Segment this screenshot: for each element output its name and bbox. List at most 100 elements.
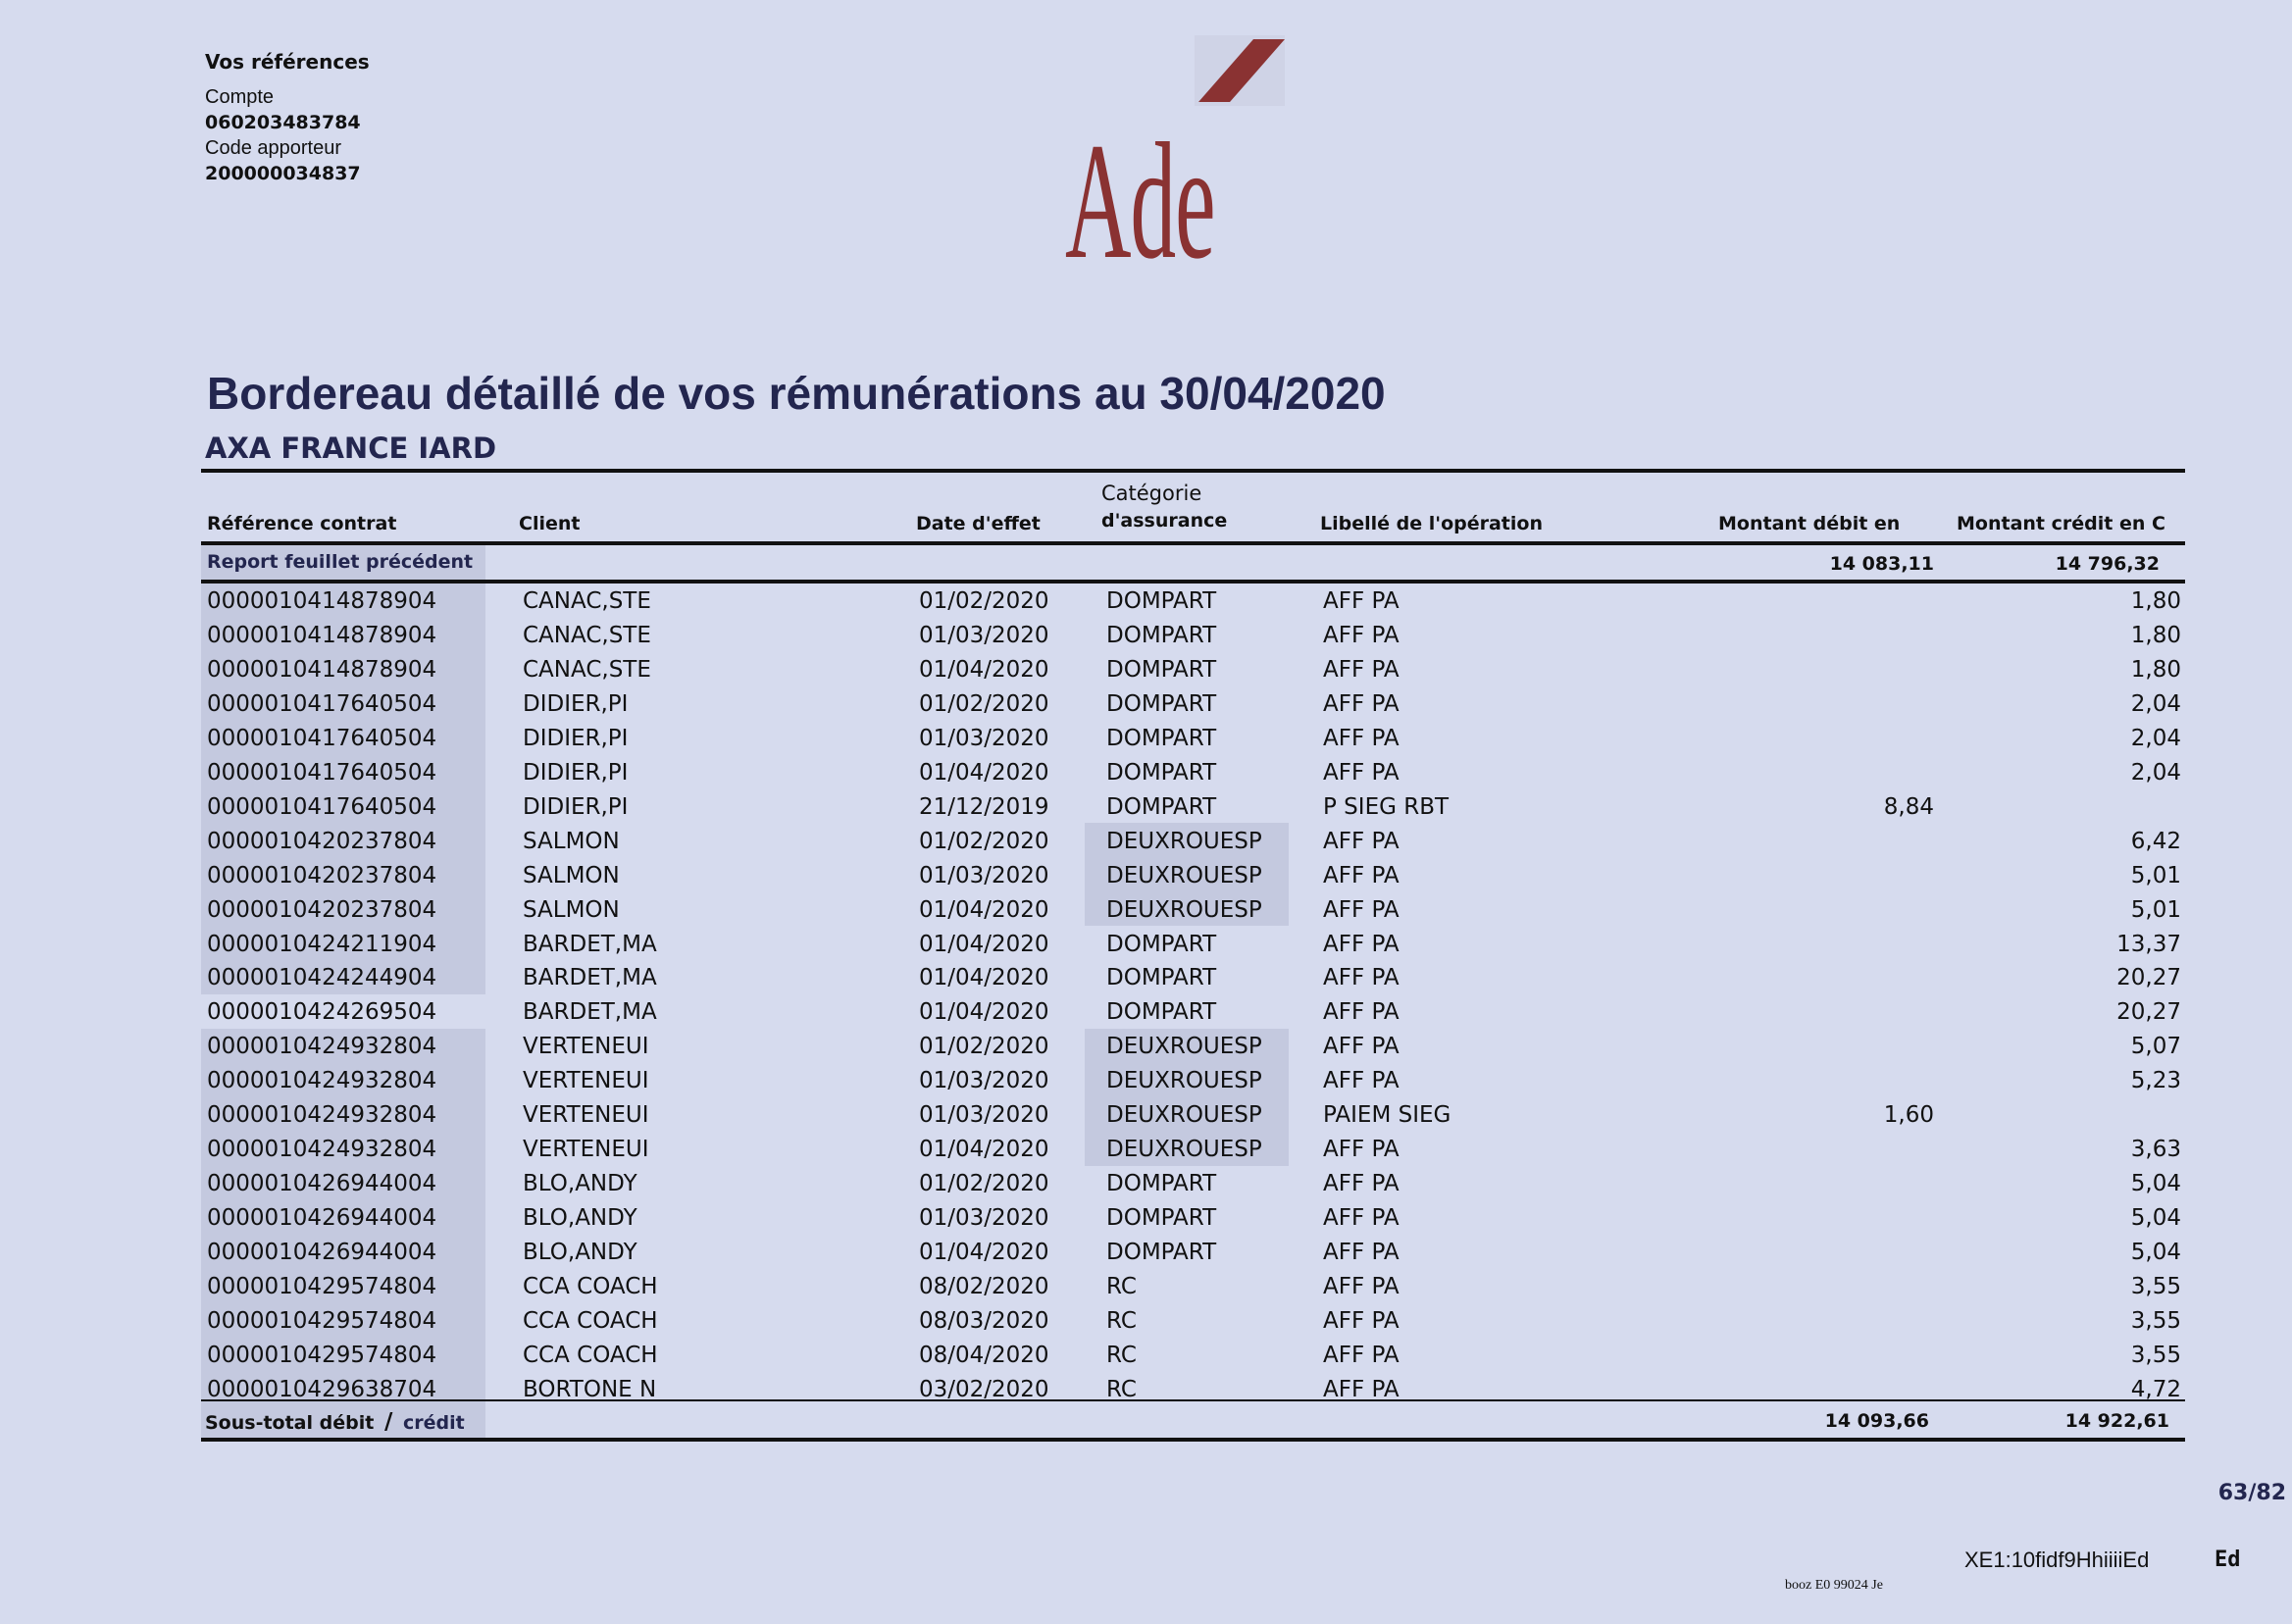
logo: Ade: [1065, 109, 1216, 293]
header-bottom-rule: [201, 541, 2185, 545]
cell-label: AFF PA: [1323, 896, 1400, 923]
cell-label: P SIEG RBT: [1323, 793, 1450, 820]
cell-category: DOMPART: [1106, 656, 1217, 683]
report-debit: 14 083,11: [1829, 553, 1934, 575]
cell-credit: 5,04: [2130, 1205, 2181, 1232]
cell-date: 01/04/2020: [919, 931, 1049, 957]
cell-ref: 0000010417640504: [207, 793, 437, 820]
account-value: 060203483784: [205, 112, 361, 133]
table-row: 0000010429574804 CCA COACH 08/03/2020 RC AFF…: [0, 1304, 2292, 1339]
table-row: 0000010414878904 CANAC,STE 01/02/2020 DOMPA…: [0, 584, 2292, 619]
cell-date: 01/03/2020: [919, 622, 1049, 648]
cell-ref: 0000010424932804: [207, 1102, 437, 1129]
table-row: 0000010424932804 VERTENEUI 01/04/2020 DEUXR…: [0, 1133, 2292, 1167]
provider-code-label: Code apporteur: [205, 137, 341, 159]
account-label: Compte: [205, 86, 275, 108]
cell-credit: 3,55: [2130, 1274, 2181, 1299]
cell-category: DEUXROUESP: [1106, 1137, 1262, 1163]
cell-date: 01/02/2020: [919, 588, 1049, 614]
table-row: 0000010420237804 SALMON 01/04/2020 DEUXROUE…: [0, 893, 2292, 928]
cell-credit: 1,80: [2130, 588, 2181, 614]
cell-date: 03/02/2020: [919, 1376, 1049, 1402]
subtotal-bottom-rule: [201, 1438, 2185, 1442]
table-row: 0000010429638704 BORTONE N 03/02/2020 RC AFF…: [0, 1373, 2292, 1407]
cell-label: AFF PA: [1323, 1240, 1400, 1266]
cell-debit: 8,84: [1883, 793, 1934, 820]
cell-label: AFF PA: [1323, 828, 1400, 854]
cell-label: AFF PA: [1323, 1274, 1400, 1299]
cell-date: 01/03/2020: [919, 1068, 1049, 1094]
cell-label: AFF PA: [1323, 1205, 1400, 1232]
cell-client: VERTENEUI: [523, 1137, 649, 1163]
table-row: 0000010424932804 VERTENEUI 01/03/2020 DEUXR…: [0, 1064, 2292, 1098]
cell-client: CANAC,STE: [523, 656, 651, 683]
table-row: 0000010424932804 VERTENEUI 01/03/2020 DEUXR…: [0, 1098, 2292, 1133]
cell-ref: 0000010426944004: [207, 1171, 437, 1197]
cell-credit: 5,04: [2130, 1240, 2181, 1266]
cell-label: AFF PA: [1323, 690, 1400, 717]
cell-date: 01/04/2020: [919, 1240, 1049, 1266]
cell-label: AFF PA: [1323, 656, 1400, 683]
col-header-label: Libellé de l'opération: [1320, 513, 1543, 534]
cell-category: DOMPART: [1106, 588, 1217, 614]
cell-category: DOMPART: [1106, 931, 1217, 957]
cell-client: VERTENEUI: [523, 1034, 649, 1060]
cell-credit: 1,80: [2130, 622, 2181, 648]
table-row: 0000010426944004 BLO,ANDY 01/03/2020 DOMPAR…: [0, 1201, 2292, 1236]
cell-ref: 0000010417640504: [207, 759, 437, 786]
cell-client: CANAC,STE: [523, 622, 651, 648]
cell-credit: 20,27: [2116, 965, 2181, 991]
table-row: 0000010429574804 CCA COACH 08/02/2020 RC AFF…: [0, 1270, 2292, 1304]
references-block: Vos références Compte 060203483784 Code …: [205, 49, 370, 186]
cell-label: AFF PA: [1323, 1342, 1400, 1368]
footer-small-text: booz E0 99024 Je: [1785, 1578, 1883, 1593]
cell-client: SALMON: [523, 896, 620, 923]
cell-ref: 0000010420237804: [207, 896, 437, 923]
cell-credit: 2,04: [2130, 725, 2181, 751]
cell-label: AFF PA: [1323, 1068, 1400, 1094]
table-row: 0000010414878904 CANAC,STE 01/04/2020 DOMPA…: [0, 653, 2292, 687]
col-header-category-line1: Catégorie: [1101, 482, 1202, 505]
subtotal-debit: 14 093,66: [1824, 1410, 1929, 1432]
table-row: 0000010424211904 BARDET,MA 01/04/2020 DOMPA…: [0, 928, 2292, 962]
cell-category: DOMPART: [1106, 690, 1217, 717]
cell-label: PAIEM SIEG: [1323, 1102, 1452, 1129]
cell-ref: 0000010429574804: [207, 1342, 437, 1368]
cell-ref: 0000010420237804: [207, 828, 437, 854]
cell-credit: 3,63: [2130, 1137, 2181, 1163]
cell-category: DEUXROUESP: [1106, 1068, 1262, 1094]
cell-date: 08/02/2020: [919, 1274, 1049, 1299]
cell-client: VERTENEUI: [523, 1102, 649, 1129]
footer-ed: Ed: [2215, 1548, 2241, 1572]
cell-category: DEUXROUESP: [1106, 1102, 1262, 1129]
table-row: 0000010424932804 VERTENEUI 01/02/2020 DEUXR…: [0, 1030, 2292, 1064]
header-top-rule: [201, 469, 2185, 473]
table-row: 0000010424269504 BARDET,MA 01/04/2020 DOMPA…: [0, 995, 2292, 1030]
cell-ref: 0000010414878904: [207, 622, 437, 648]
cell-credit: 5,01: [2130, 862, 2181, 888]
cell-credit: 5,01: [2130, 896, 2181, 923]
cell-ref: 0000010424932804: [207, 1068, 437, 1094]
cell-date: 01/04/2020: [919, 759, 1049, 786]
cell-category: DOMPART: [1106, 1171, 1217, 1197]
page-title: Bordereau détaillé de vos rémunérations …: [207, 368, 1386, 419]
cell-category: DEUXROUESP: [1106, 1034, 1262, 1060]
cell-client: SALMON: [523, 862, 620, 888]
cell-label: AFF PA: [1323, 588, 1400, 614]
cell-client: BLO,ANDY: [523, 1205, 637, 1232]
cell-date: 01/04/2020: [919, 965, 1049, 991]
cell-client: CCA COACH: [523, 1274, 658, 1299]
table-row: 0000010417640504 DIDIER,PI 01/02/2020 DOMPA…: [0, 687, 2292, 722]
company-name: AXA FRANCE IARD: [205, 431, 497, 465]
cell-client: SALMON: [523, 828, 620, 854]
references-heading: Vos références: [205, 50, 370, 74]
cell-category: DOMPART: [1106, 1205, 1217, 1232]
table-row: 0000010426944004 BLO,ANDY 01/04/2020 DOMPAR…: [0, 1236, 2292, 1270]
cell-ref: 0000010417640504: [207, 690, 437, 717]
cell-client: VERTENEUI: [523, 1068, 649, 1094]
cell-label: AFF PA: [1323, 1137, 1400, 1163]
cell-client: BLO,ANDY: [523, 1171, 637, 1197]
cell-date: 01/02/2020: [919, 828, 1049, 854]
cell-date: 01/03/2020: [919, 862, 1049, 888]
col-header-date: Date d'effet: [916, 513, 1041, 534]
